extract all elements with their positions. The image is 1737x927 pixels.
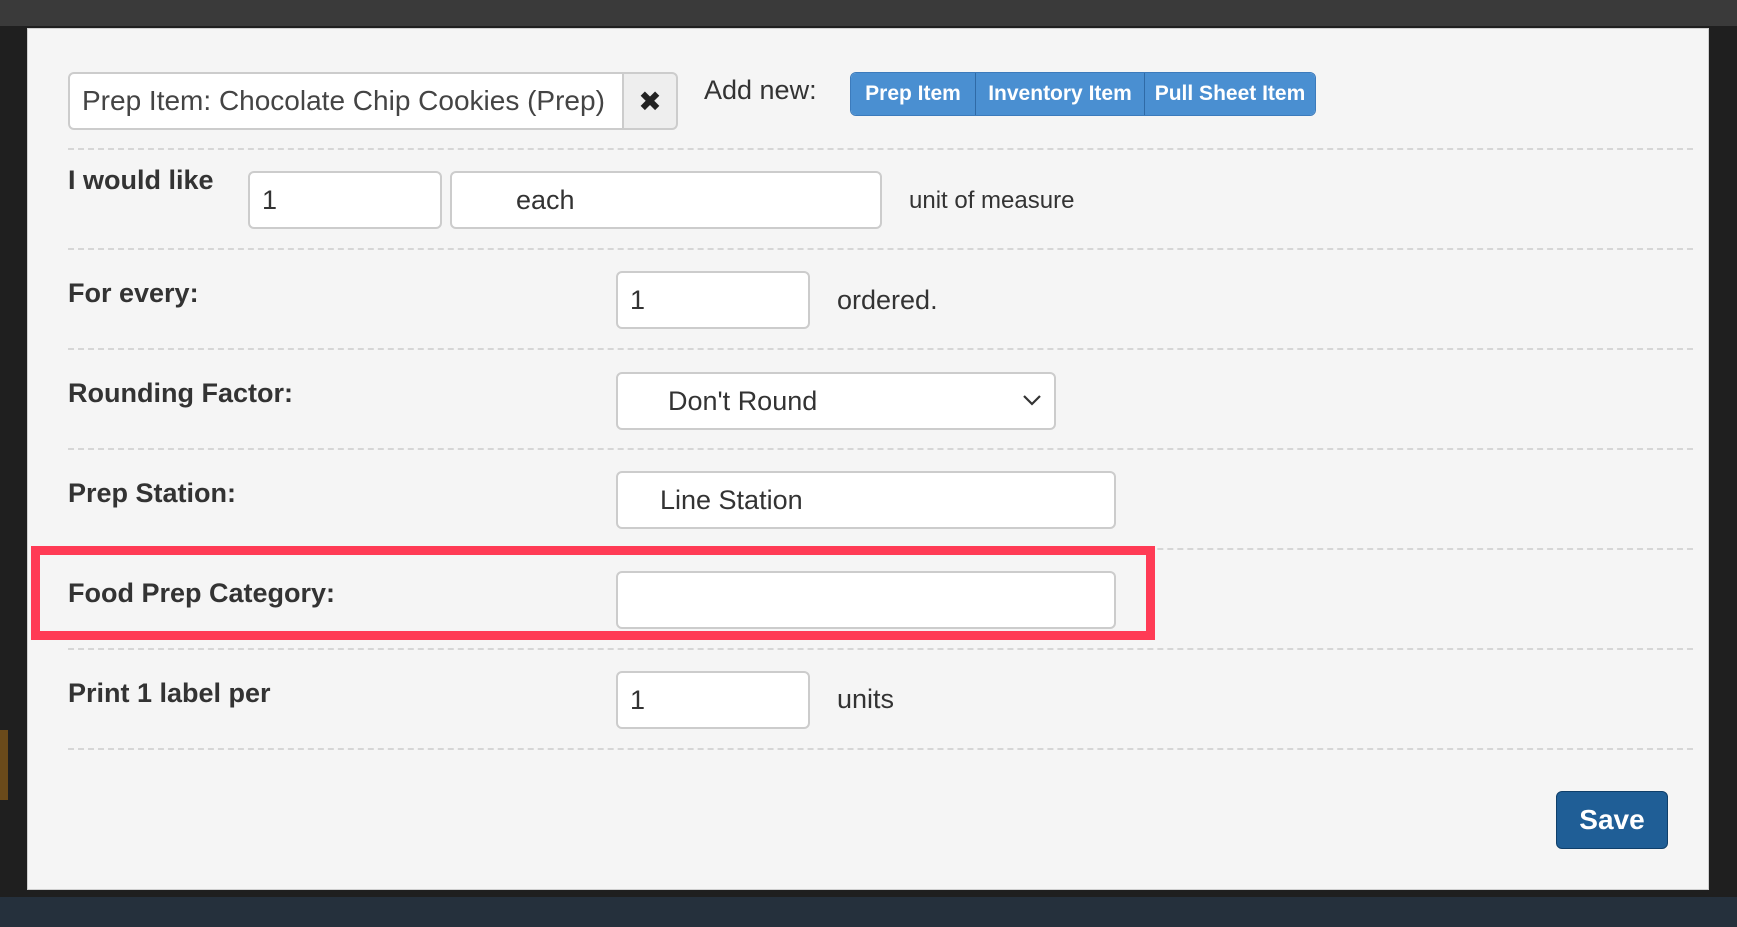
for-every-label: For every: bbox=[68, 278, 199, 308]
add-pull-sheet-item-button[interactable]: Pull Sheet Item bbox=[1144, 73, 1315, 115]
rounding-factor-select[interactable]: Don't Round bbox=[616, 372, 1056, 430]
units-label: units bbox=[837, 684, 895, 714]
background-page-strip bbox=[0, 0, 1737, 26]
item-search-input[interactable] bbox=[68, 72, 624, 130]
clear-search-button[interactable]: ✖ bbox=[622, 72, 678, 130]
row-divider bbox=[68, 548, 1693, 550]
rounding-factor-value: Don't Round bbox=[668, 386, 818, 416]
prep-station-input[interactable] bbox=[616, 471, 1116, 529]
print-label-quantity-input[interactable] bbox=[616, 671, 810, 729]
prep-station-label: Prep Station: bbox=[68, 478, 237, 508]
background-accent bbox=[0, 730, 8, 800]
add-new-label: Add new: bbox=[704, 75, 817, 105]
close-icon: ✖ bbox=[638, 85, 662, 117]
food-prep-category-input[interactable] bbox=[616, 571, 1116, 629]
add-prep-item-button[interactable]: Prep Item bbox=[851, 73, 975, 115]
row-divider bbox=[68, 248, 1693, 250]
ordered-label: ordered. bbox=[837, 285, 938, 315]
unit-of-measure-input[interactable] bbox=[450, 171, 882, 229]
background-page-footer bbox=[0, 897, 1737, 927]
row-divider bbox=[68, 648, 1693, 650]
add-new-button-group: Prep Item Inventory Item Pull Sheet Item bbox=[850, 72, 1316, 116]
food-prep-category-label: Food Prep Category: bbox=[68, 578, 336, 608]
quantity-label: I would like bbox=[68, 165, 214, 195]
print-label-per-label: Print 1 label per bbox=[68, 678, 271, 708]
add-inventory-item-button[interactable]: Inventory Item bbox=[975, 73, 1144, 115]
row-divider bbox=[68, 448, 1693, 450]
save-button[interactable]: Save bbox=[1556, 791, 1668, 849]
row-divider bbox=[68, 748, 1693, 750]
row-divider bbox=[68, 148, 1693, 150]
rounding-factor-label: Rounding Factor: bbox=[68, 378, 293, 408]
unit-of-measure-label: unit of measure bbox=[909, 187, 1075, 214]
quantity-input[interactable] bbox=[248, 171, 442, 229]
chevron-down-icon bbox=[1023, 395, 1041, 406]
for-every-input[interactable] bbox=[616, 271, 810, 329]
row-divider bbox=[68, 348, 1693, 350]
prep-item-modal: ✖ Add new: Prep Item Inventory Item Pull… bbox=[27, 28, 1709, 890]
